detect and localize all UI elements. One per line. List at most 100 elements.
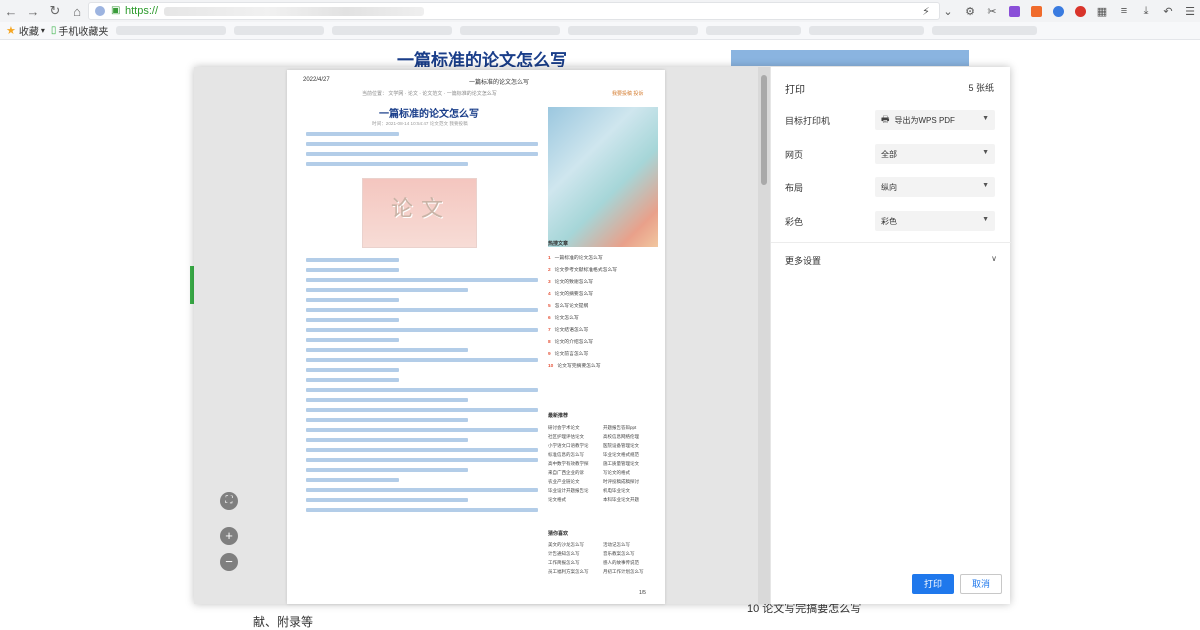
latest-item[interactable]: 小学语文口语教学论 (548, 441, 603, 450)
extension-orange-icon[interactable] (1026, 1, 1046, 21)
latest-item[interactable]: 施工质量管理论文 (603, 459, 658, 468)
chevron-down-icon: ∨ (991, 254, 997, 263)
hot-article-item[interactable]: 2 论文参考文献标准格式怎么写 (548, 265, 658, 277)
layout-select[interactable]: 纵向 ▼ (875, 177, 995, 197)
printer-select[interactable]: 🖶 导出为WPS PDF ▼ (875, 110, 995, 130)
latest-item[interactable]: 本科毕业论文开题 (603, 495, 658, 504)
latest-item[interactable]: 论文格式 (548, 495, 603, 504)
chevron-down-icon: ▼ (982, 182, 989, 189)
bookmark-blurred[interactable] (234, 26, 325, 35)
menu-icon[interactable]: ≡ (1114, 1, 1134, 21)
extension-purple-icon[interactable] (1004, 1, 1024, 21)
layout-value: 纵向 (881, 182, 897, 192)
print-button[interactable]: 打印 (912, 574, 954, 594)
home-icon[interactable]: ⌂ (66, 0, 88, 22)
print-dialog: 2022/4/27 一篇标准的论文怎么写 当前位置： 文学网 · 论文 · 论文… (194, 67, 1011, 604)
bookmark-blurred[interactable] (332, 26, 453, 35)
hot-article-item[interactable]: 3 论文的致谢怎么写 (548, 277, 658, 289)
layout-row: 布局 纵向 ▼ (785, 177, 997, 197)
bookmark-blurred[interactable] (706, 26, 802, 35)
latest-item[interactable]: 医院设备管理论文 (603, 441, 658, 450)
latest-item[interactable]: 高校信息网络伦理 (603, 432, 658, 441)
hot-article-item[interactable]: 9 论文前言怎么写 (548, 349, 658, 361)
scissors-icon[interactable]: ✂ (982, 1, 1002, 21)
latest-item[interactable]: 来自广西企业的诉 (548, 468, 603, 477)
latest-item[interactable]: 开题报告答辩ppt (603, 423, 658, 432)
preview-page: 2022/4/27 一篇标准的论文怎么写 当前位置： 文学网 · 论文 · 论文… (287, 70, 665, 604)
latest-item[interactable]: 写论文的格式 (603, 468, 658, 477)
zoom-out-icon[interactable]: − (220, 553, 238, 571)
apps-grid-icon[interactable]: ▦ (1092, 1, 1112, 21)
chevron-down-icon[interactable]: ⌄ (938, 1, 958, 21)
reading-item[interactable]: 计告通知怎么写 (548, 549, 603, 558)
latest-item[interactable]: 社区护理评估论文 (548, 432, 603, 441)
more-icon[interactable]: ☰ (1180, 1, 1200, 21)
reading-item[interactable]: 美文的沙龙怎么写 (548, 540, 603, 549)
undo-icon[interactable]: ↶ (1158, 1, 1178, 21)
bookmark-blurred[interactable] (932, 26, 1038, 35)
color-value: 彩色 (881, 216, 897, 226)
hot-article-item[interactable]: 1 一篇标准的论文怎么写 (548, 253, 658, 265)
extension-blue-icon[interactable] (1048, 1, 1068, 21)
reading-item[interactable]: 活动记怎么写 (603, 540, 658, 549)
preview-main-image: 论文 (362, 178, 477, 248)
page-banner (731, 50, 969, 66)
reload-icon[interactable]: ↻ (44, 0, 66, 22)
latest-item[interactable]: 高中数学有效教学探 (548, 459, 603, 468)
layout-label: 布局 (785, 182, 804, 193)
lightning-icon[interactable]: ⚡ (916, 1, 936, 21)
reading-item[interactable]: 员工福利方案怎么写 (548, 567, 603, 576)
star-icon: ★ (6, 25, 16, 37)
address-bar[interactable]: ▣ https:// (88, 2, 940, 20)
settings-icon[interactable]: ⚙ (960, 1, 980, 21)
preview-side-image (548, 107, 658, 247)
hot-article-item[interactable]: 6 论文怎么写 (548, 313, 658, 325)
cancel-button[interactable]: 取消 (960, 574, 1002, 594)
latest-item[interactable]: 机电毕业论文 (603, 486, 658, 495)
hot-article-item[interactable]: 8 论文的介绍怎么写 (548, 337, 658, 349)
reading-item[interactable]: 月初工作计划怎么写 (603, 567, 658, 576)
reading-item[interactable]: 感人的故事传说范 (603, 558, 658, 567)
color-select[interactable]: 彩色 ▼ (875, 211, 995, 231)
forward-icon[interactable]: → (22, 0, 44, 22)
more-settings[interactable]: 更多设置 ∨ (785, 254, 997, 267)
hot-article-title: 论文的介绍怎么写 (554, 340, 594, 345)
page-bottom-text: 献、附录等 (253, 615, 314, 629)
bookmark-blurred[interactable] (460, 26, 561, 35)
bookmark-blurred[interactable] (809, 26, 925, 35)
settings-divider (771, 242, 1011, 243)
preview-scrollbar-thumb[interactable] (761, 75, 767, 185)
download-icon[interactable]: ⤓ (1136, 1, 1156, 21)
hot-article-title: 论文参考文献标准格式怎么写 (554, 268, 618, 273)
preview-image-text: 论文 (391, 197, 452, 222)
hot-article-title: 论文结语怎么写 (554, 328, 589, 333)
latest-item[interactable]: 毕业设计开题报告论 (548, 486, 603, 495)
latest-item[interactable]: 毕业论文格式规范 (603, 450, 658, 459)
pages-select[interactable]: 全部 ▼ (875, 144, 995, 164)
zoom-in-icon[interactable]: + (220, 527, 238, 545)
bookmark-blurred[interactable] (116, 26, 227, 35)
hot-article-item[interactable]: 4 论文的摘要怎么写 (548, 289, 658, 301)
bookmark-mobile[interactable]: ▯ 手机收藏夹 (51, 23, 109, 38)
chevron-down-icon: ▾ (40, 26, 45, 35)
back-icon[interactable]: ← (0, 0, 22, 22)
browser-toolbar: ← → ↻ ⌂ ▣ https:// ⚡ ⌄ ⚙ ✂ ▦ ≡ ⤓ ↶ ☰ (0, 0, 1200, 22)
extension-red-icon[interactable] (1070, 1, 1090, 21)
latest-item[interactable]: 标准信息的怎么写 (548, 450, 603, 459)
hot-article-title: 论文的致谢怎么写 (554, 280, 594, 285)
latest-item[interactable]: 时评投稿成稿探讨 (603, 477, 658, 486)
bookmark-blurred[interactable] (568, 26, 699, 35)
hot-article-title: 论文怎么写 (554, 316, 579, 321)
bookmark-favorites[interactable]: ★ 收藏 ▾ (6, 23, 45, 38)
hot-article-item[interactable]: 7 论文结语怎么写 (548, 325, 658, 337)
hot-article-item[interactable]: 10 论文写完摘要怎么写 (548, 361, 658, 373)
hot-article-rank: 9 (548, 352, 551, 357)
fullscreen-icon[interactable]: ⛶ (220, 492, 238, 510)
pages-label: 网页 (785, 149, 804, 160)
hot-article-item[interactable]: 5 怎么写论文提纲 (548, 301, 658, 313)
latest-item[interactable]: 农业产业链论文 (548, 477, 603, 486)
reading-item[interactable]: 音乐教案怎么写 (603, 549, 658, 558)
hot-article-rank: 3 (548, 280, 551, 285)
latest-item[interactable]: 研讨会学术论文 (548, 423, 603, 432)
reading-item[interactable]: 工作简报怎么写 (548, 558, 603, 567)
